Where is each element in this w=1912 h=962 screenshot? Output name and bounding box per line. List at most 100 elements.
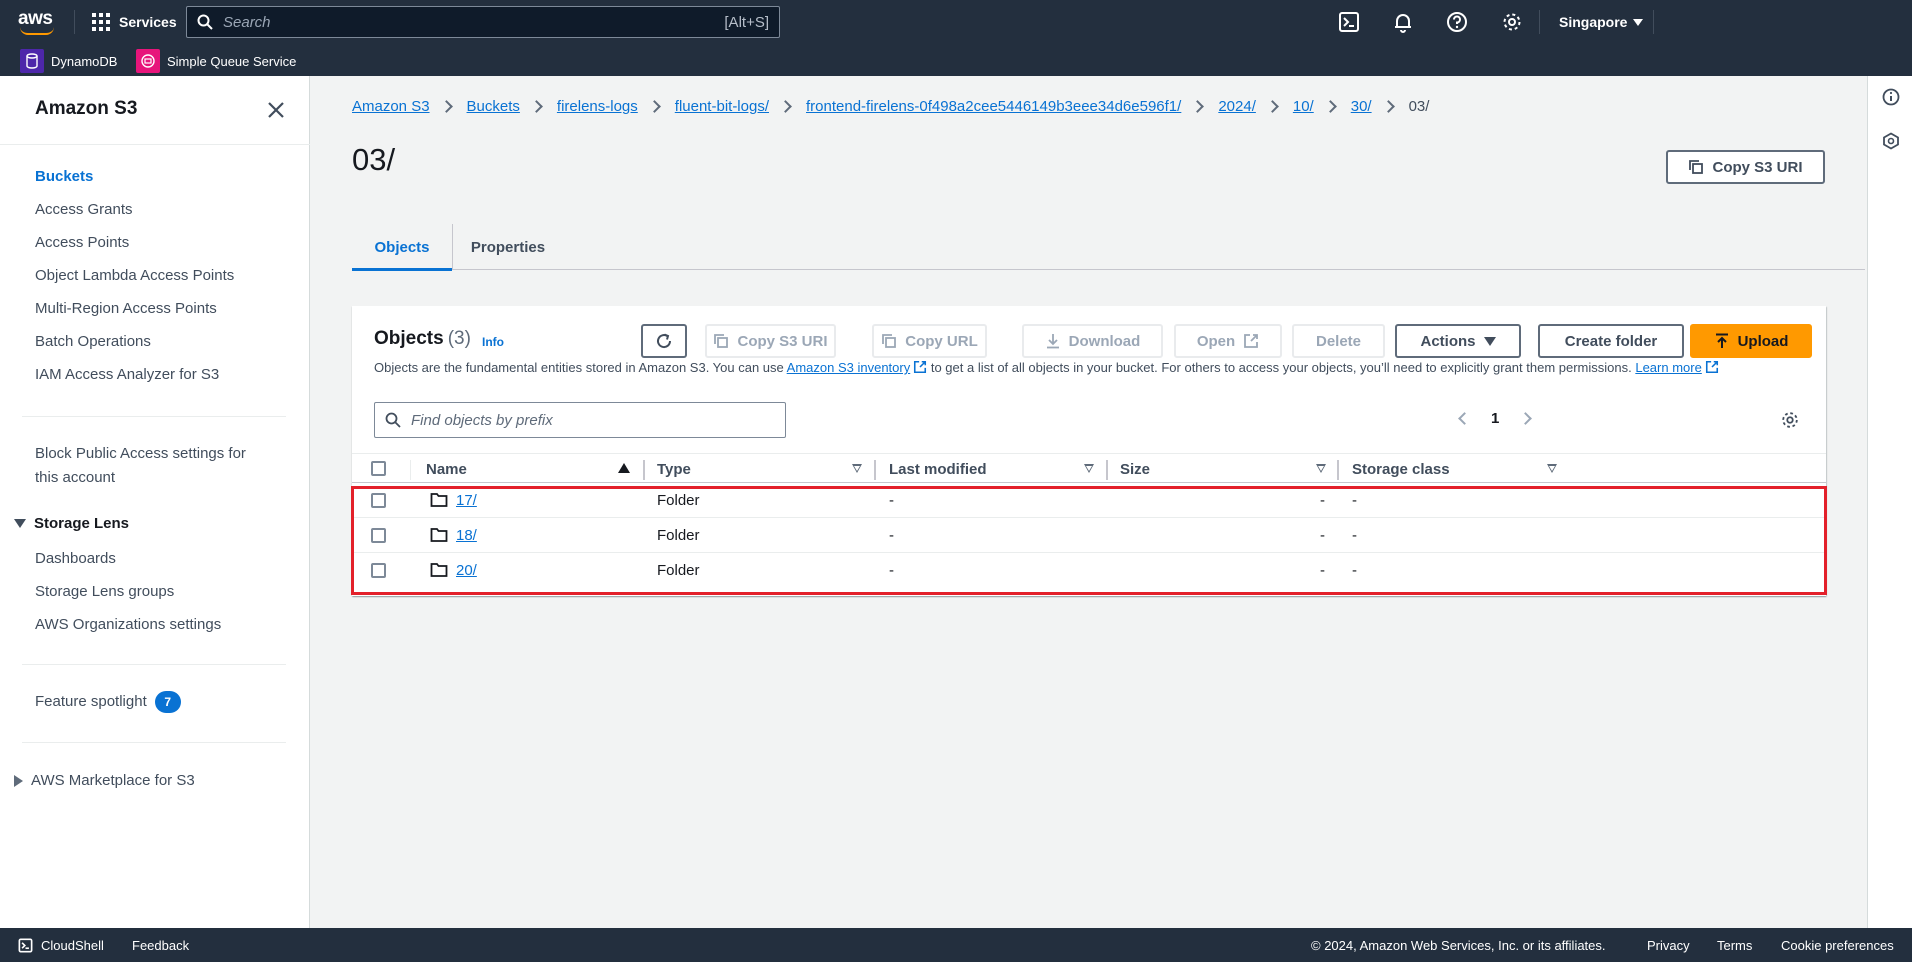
column-header-storage-class[interactable]: Storage class — [1352, 454, 1450, 484]
last-modified-cell: - — [889, 527, 894, 544]
page-number[interactable]: 1 — [1491, 410, 1499, 427]
block-public-line2: this account — [35, 469, 116, 486]
cloudshell-link[interactable]: CloudShell — [41, 938, 104, 953]
breadcrumb-buckets[interactable]: Buckets — [467, 98, 520, 115]
help-icon[interactable] — [1446, 11, 1468, 33]
sort-icon[interactable] — [1316, 464, 1326, 473]
privacy-link[interactable]: Privacy — [1647, 938, 1690, 953]
table-row[interactable]: 17/ Folder - - - — [352, 483, 1826, 518]
breadcrumb-folder[interactable]: fluent-bit-logs/ — [675, 98, 769, 115]
breadcrumb-folder[interactable]: 10/ — [1293, 98, 1314, 115]
column-header-type[interactable]: Type — [657, 454, 691, 484]
sidebar-item-access-points[interactable]: Access Points — [35, 231, 129, 255]
sidebar-item-dashboards[interactable]: Dashboards — [35, 547, 116, 571]
copy-url-label: Copy URL — [905, 332, 978, 350]
sort-icon[interactable] — [852, 464, 862, 473]
breadcrumb: Amazon S3 Buckets firelens-logs fluent-b… — [352, 98, 1429, 115]
table-settings-gear-icon[interactable] — [1780, 410, 1800, 430]
sidebar-item-buckets[interactable]: Buckets — [35, 165, 93, 189]
chevron-right-icon — [1381, 100, 1395, 113]
sidebar-item-multi-region[interactable]: Multi-Region Access Points — [35, 297, 217, 321]
copy-url-button[interactable]: Copy URL — [872, 324, 987, 358]
sidebar-item-iam-access-analyzer[interactable]: IAM Access Analyzer for S3 — [35, 363, 219, 387]
sidebar-item-feature-spotlight[interactable]: Feature spotlight 7 — [35, 690, 181, 714]
row-checkbox[interactable] — [371, 528, 386, 543]
actions-dropdown-button[interactable]: Actions — [1395, 324, 1521, 358]
favorites-bar: DynamoDB Simple Queue Service — [0, 44, 1912, 76]
favorite-sqs[interactable]: Simple Queue Service — [136, 49, 296, 73]
folder-icon — [430, 563, 448, 577]
download-icon — [1046, 334, 1059, 349]
column-header-name[interactable]: Name — [426, 454, 467, 484]
last-modified-cell: - — [889, 562, 894, 579]
right-rail — [1867, 76, 1912, 928]
learn-more-link[interactable]: Learn more — [1635, 360, 1701, 375]
next-page-icon[interactable] — [1519, 412, 1533, 425]
upload-label: Upload — [1737, 332, 1789, 350]
tutorial-panel-icon[interactable] — [1882, 132, 1900, 150]
close-icon[interactable] — [266, 100, 286, 120]
table-row[interactable]: 20/ Folder - - - — [352, 553, 1826, 588]
select-all-checkbox[interactable] — [371, 461, 386, 476]
find-objects-input[interactable] — [411, 411, 775, 429]
upload-button[interactable]: Upload — [1690, 324, 1812, 358]
open-button[interactable]: Open — [1174, 324, 1282, 358]
create-folder-button[interactable]: Create folder — [1538, 324, 1684, 358]
sidebar-item-block-public-access[interactable]: Block Public Access settings for this ac… — [35, 442, 246, 490]
sidebar-item-object-lambda[interactable]: Object Lambda Access Points — [35, 264, 234, 288]
search-input[interactable] — [223, 13, 725, 31]
notifications-bell-icon[interactable] — [1392, 11, 1414, 33]
sidebar-item-storage-lens-groups[interactable]: Storage Lens groups — [35, 580, 174, 604]
column-header-size[interactable]: Size — [1120, 454, 1150, 484]
copy-s3-uri-header-button[interactable]: Copy S3 URI — [1666, 150, 1825, 184]
settings-gear-icon[interactable] — [1501, 11, 1523, 33]
sort-icon[interactable] — [1547, 464, 1557, 473]
sidebar-item-batch-operations[interactable]: Batch Operations — [35, 330, 151, 354]
external-link-icon — [914, 360, 927, 374]
grid-icon — [92, 13, 110, 31]
copy-s3-uri-button[interactable]: Copy S3 URI — [705, 324, 836, 358]
info-panel-icon[interactable] — [1882, 88, 1900, 106]
previous-page-icon[interactable] — [1458, 412, 1471, 425]
breadcrumb-bucket[interactable]: firelens-logs — [557, 98, 638, 115]
breadcrumb-folder[interactable]: frontend-firelens-0f498a2cee5446149b3eee… — [806, 98, 1181, 115]
folder-link[interactable]: 20/ — [456, 562, 477, 579]
cloudshell-icon[interactable] — [18, 938, 33, 953]
refresh-button[interactable] — [641, 324, 687, 358]
size-cell: - — [1320, 562, 1325, 579]
sidebar-item-access-grants[interactable]: Access Grants — [35, 198, 133, 222]
services-menu-button[interactable]: Services — [92, 0, 177, 44]
marketplace-section[interactable]: AWS Marketplace for S3 — [14, 772, 195, 789]
sort-ascending-icon[interactable] — [618, 463, 630, 473]
aws-logo[interactable]: aws — [18, 8, 58, 36]
s3-inventory-link[interactable]: Amazon S3 inventory — [787, 360, 911, 375]
cloudshell-icon[interactable] — [1338, 11, 1360, 33]
favorite-label: DynamoDB — [51, 53, 118, 69]
chevron-right-icon — [1191, 100, 1205, 113]
find-objects-filter[interactable] — [374, 402, 786, 438]
storage-lens-section[interactable]: Storage Lens — [14, 515, 129, 532]
breadcrumb-folder[interactable]: 30/ — [1351, 98, 1372, 115]
tab-objects[interactable]: Objects — [352, 224, 452, 271]
cookie-preferences-link[interactable]: Cookie preferences — [1781, 938, 1894, 953]
sort-icon[interactable] — [1084, 464, 1094, 473]
folder-link[interactable]: 18/ — [456, 527, 477, 544]
folder-link[interactable]: 17/ — [456, 492, 477, 509]
row-checkbox[interactable] — [371, 563, 386, 578]
tab-properties[interactable]: Properties — [453, 224, 563, 270]
info-link[interactable]: Info — [482, 335, 504, 349]
column-header-last-modified[interactable]: Last modified — [889, 454, 987, 484]
favorite-dynamodb[interactable]: DynamoDB — [20, 49, 117, 73]
delete-button[interactable]: Delete — [1292, 324, 1385, 358]
chevron-right-icon — [647, 100, 661, 113]
sidebar-item-aws-organizations[interactable]: AWS Organizations settings — [35, 613, 221, 637]
feedback-link[interactable]: Feedback — [132, 938, 189, 953]
table-row[interactable]: 18/ Folder - - - — [352, 518, 1826, 553]
download-button[interactable]: Download — [1022, 324, 1163, 358]
row-checkbox[interactable] — [371, 493, 386, 508]
breadcrumb-folder[interactable]: 2024/ — [1218, 98, 1256, 115]
terms-link[interactable]: Terms — [1717, 938, 1752, 953]
region-selector[interactable]: Singapore — [1559, 0, 1644, 44]
breadcrumb-amazon-s3[interactable]: Amazon S3 — [352, 98, 430, 115]
search-bar[interactable]: [Alt+S] — [186, 6, 780, 38]
